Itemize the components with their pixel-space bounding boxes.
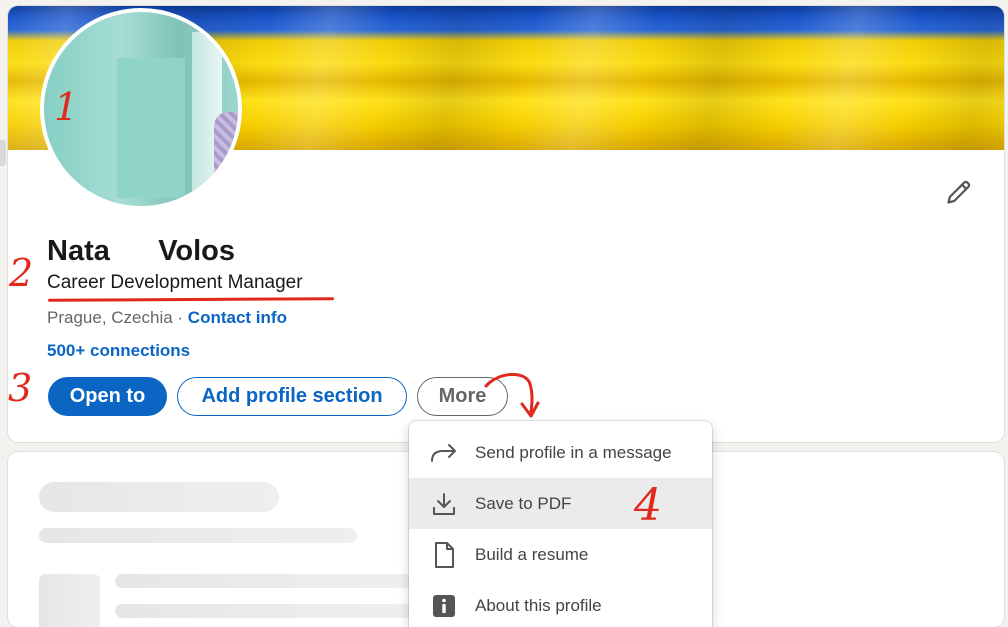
menu-item-save-to-pdf[interactable]: Save to PDF (409, 478, 712, 529)
location-text: Prague, Czechia (47, 308, 173, 327)
menu-item-label: Save to PDF (475, 493, 572, 513)
menu-item-label: Send profile in a message (475, 442, 672, 462)
document-icon (430, 541, 458, 569)
side-panel-handle[interactable] (0, 140, 6, 166)
menu-item-send-profile[interactable]: Send profile in a message (409, 427, 712, 478)
annotation-number: 3 (8, 366, 33, 410)
contact-info-link[interactable]: Contact info (188, 308, 287, 327)
annotation-number: 1 (54, 85, 79, 129)
edit-profile-button[interactable] (943, 176, 975, 208)
download-icon (430, 490, 458, 518)
info-icon (430, 592, 458, 620)
more-dropdown-menu: Send profile in a message Save to PDF Bu… (409, 421, 712, 627)
profile-headline: Career Development Manager (47, 272, 303, 293)
last-name: Volos (158, 235, 236, 267)
add-profile-section-button[interactable]: Add profile section (177, 377, 407, 416)
skeleton-thumbnail (39, 574, 100, 627)
annotation-underline (47, 297, 335, 302)
skeleton-line (39, 482, 279, 512)
skeleton-line (115, 574, 415, 588)
skeleton-line (39, 528, 357, 543)
annotation-arrow (484, 373, 540, 418)
menu-item-label: About this profile (475, 595, 602, 615)
annotation-number: 2 (9, 251, 34, 295)
skeleton-line (115, 604, 415, 618)
redacted-face (117, 58, 185, 198)
first-name: Nata (47, 235, 110, 267)
annotation-number: 4 (634, 480, 662, 531)
separator-dot: · (172, 308, 188, 327)
connections-link[interactable]: 500+ connections (47, 341, 190, 361)
profile-name: Nata Volos (47, 235, 235, 268)
share-arrow-icon (430, 439, 458, 467)
menu-item-label: Build a resume (475, 544, 589, 564)
menu-item-about-profile[interactable]: About this profile (409, 580, 712, 627)
menu-item-build-resume[interactable]: Build a resume (409, 529, 712, 580)
pencil-icon (947, 180, 971, 204)
open-to-button[interactable]: Open to (48, 377, 167, 416)
location-row: Prague, Czechia · Contact info (47, 308, 287, 328)
